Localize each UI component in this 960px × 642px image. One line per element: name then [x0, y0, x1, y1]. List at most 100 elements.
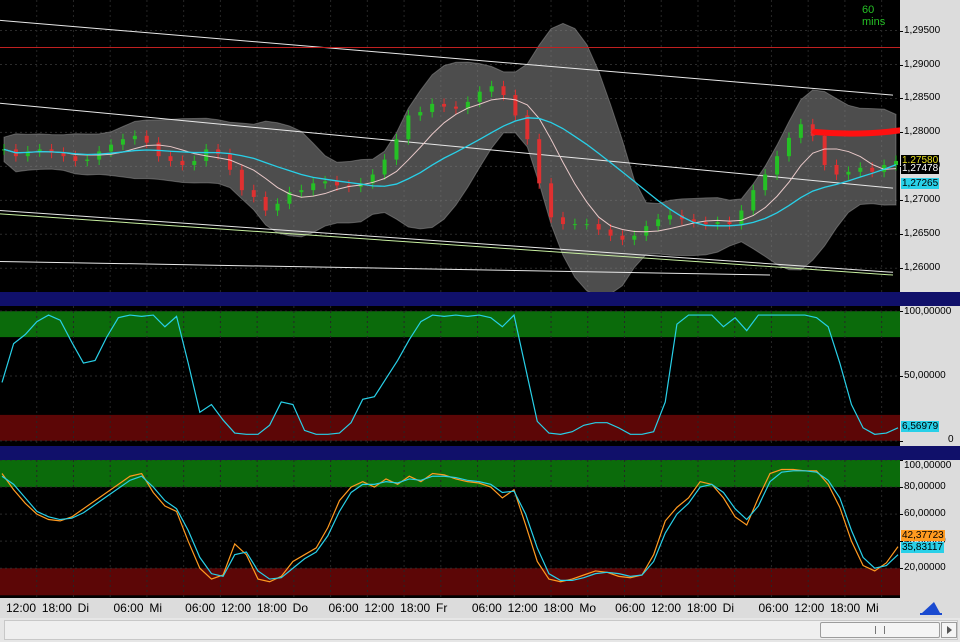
time-axis-label: Mo [579, 601, 596, 615]
osc-axis-label: 60,00000 [904, 508, 946, 519]
bollinger-band [4, 23, 896, 292]
time-axis-label: Mi [149, 601, 162, 615]
candle-body [716, 222, 720, 224]
candle-body [644, 226, 648, 236]
candle-body [276, 204, 280, 211]
price-axis-label: 1,29000 [904, 59, 940, 70]
osc-axis-label: 20,00000 [904, 562, 946, 573]
scrollbar-thumb[interactable] [820, 622, 940, 638]
candle-body [823, 136, 827, 165]
time-axis-label: 18:00 [687, 601, 717, 615]
osc-axis-label: 50,00000 [904, 370, 946, 381]
time-axis-label: 06:00 [329, 601, 359, 615]
pane-separator[interactable] [0, 292, 960, 306]
drawing-tool-icon[interactable] [900, 598, 960, 618]
oversold-zone [0, 415, 900, 441]
candle-body [216, 149, 220, 154]
time-axis-label: 12:00 [508, 601, 538, 615]
time-axis-label: Fr [436, 601, 447, 615]
scrollbar-track[interactable] [4, 620, 958, 640]
candle-body [763, 175, 767, 191]
candle-body [739, 211, 743, 225]
candle-body [228, 154, 232, 170]
candle-body [787, 138, 791, 156]
candle-body [609, 230, 613, 236]
oversold-zone [0, 568, 900, 595]
candle-body [335, 181, 339, 185]
candle-body [799, 124, 803, 138]
price-tag: 1,27265 [901, 178, 939, 189]
candle-body [775, 156, 779, 174]
osc-axis-tickmark [900, 514, 903, 515]
price-axis-tickmark [900, 132, 903, 133]
axis-corner[interactable] [900, 598, 960, 618]
price-pane[interactable]: 60 mins [0, 0, 900, 292]
price-axis-label: 1,26000 [904, 262, 940, 273]
time-axis-label: 12:00 [651, 601, 681, 615]
stochastic-value-tag: 35,83117 [901, 542, 944, 553]
oscillator-value-tag: 6,56979 [901, 421, 939, 432]
scroll-right-icon[interactable] [941, 622, 957, 638]
time-axis-label: 18:00 [257, 601, 287, 615]
price-axis-tickmark [900, 234, 903, 235]
candle-body [109, 145, 113, 152]
osc-axis-tickmark [900, 441, 903, 442]
candle-body [121, 139, 125, 144]
candle-body [442, 104, 446, 107]
osc-axis-tickmark [900, 311, 903, 312]
time-axis-label: 06:00 [615, 601, 645, 615]
candle-body [620, 236, 624, 240]
candle-body [418, 112, 422, 115]
osc-axis-label: 80,00000 [904, 481, 946, 492]
candle-body [846, 172, 850, 175]
time-axis-label: 12:00 [6, 601, 36, 615]
candle-body [180, 161, 184, 165]
candle-body [549, 183, 553, 217]
candle-body [537, 139, 541, 183]
candle-body [394, 139, 398, 159]
price-axis-tickmark [900, 268, 903, 269]
candle-body [835, 165, 839, 175]
candle-body [668, 215, 672, 219]
candle-body [406, 115, 410, 139]
candle-body [454, 107, 458, 109]
candle-body [145, 136, 149, 143]
candle-body [597, 224, 601, 229]
candle-body [561, 217, 565, 224]
price-axis-tickmark [900, 31, 903, 32]
osc-axis-tickmark [900, 568, 903, 569]
osc-axis-label: 100,00000 [904, 306, 951, 317]
price-axis-tickmark [900, 200, 903, 201]
candle-body [704, 222, 708, 224]
horizontal-scrollbar[interactable] [0, 618, 960, 642]
candle-body [299, 190, 303, 192]
candle-body [311, 183, 315, 190]
candle-body [632, 236, 636, 240]
candle-body [751, 190, 755, 210]
time-axis-label: 12:00 [221, 601, 251, 615]
time-axis-label: Do [293, 601, 308, 615]
price-axis-label: 1,28000 [904, 126, 940, 137]
candle-body [240, 170, 244, 190]
stochastic-pane[interactable] [0, 460, 900, 598]
time-axis-label: 18:00 [544, 601, 574, 615]
candle-body [73, 156, 77, 161]
candle-body [490, 86, 494, 91]
stochastic-chart [0, 460, 900, 598]
stochastic-axis: 100,0000080,0000060,0000040,0000020,0000… [900, 460, 960, 598]
osc-axis-tickmark [900, 460, 903, 461]
oscillator-pane[interactable] [0, 306, 900, 446]
candle-body [573, 224, 577, 225]
oscillator-axis: 100,0000050,0000006,56979 [900, 306, 960, 446]
timeframe-label: 60 mins [862, 4, 900, 28]
price-chart [0, 0, 900, 292]
osc-axis-tickmark [900, 487, 903, 488]
candle-body [252, 190, 256, 197]
candle-body [264, 197, 268, 211]
time-axis-label: 18:00 [400, 601, 430, 615]
candle-body [133, 136, 137, 139]
pane-separator-2[interactable] [0, 446, 960, 460]
candle-body [727, 222, 731, 224]
time-axis-label: Mi [866, 601, 879, 615]
candle-body [870, 168, 874, 172]
